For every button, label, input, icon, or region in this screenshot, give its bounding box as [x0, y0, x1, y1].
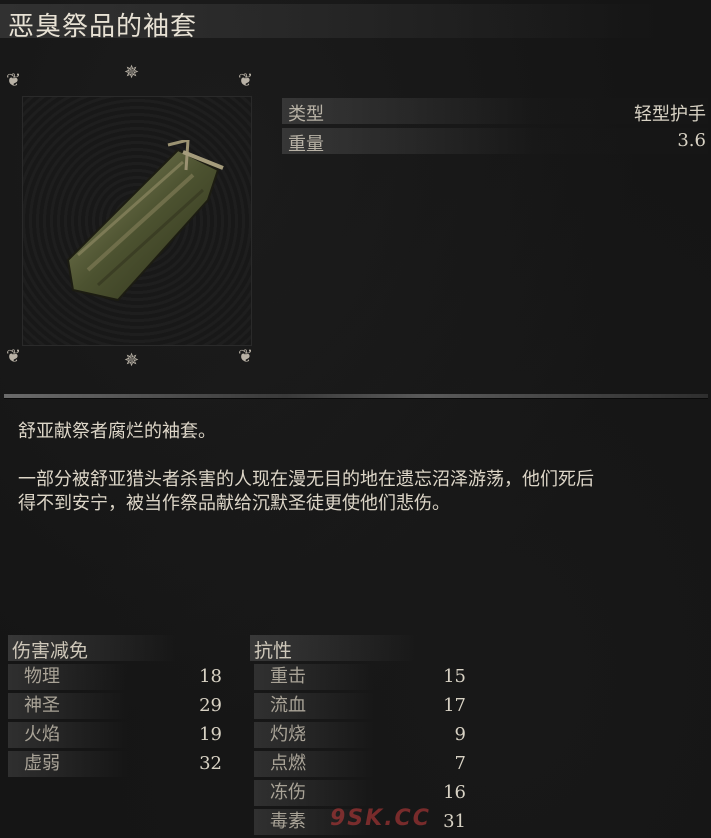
stat-row: 灼烧 9	[254, 722, 466, 748]
description-line-1: 舒亚献祭者腐烂的袖套。	[18, 421, 216, 442]
stat-row: 重击 15	[254, 664, 466, 690]
ornament-top-left-icon: ❦	[6, 70, 22, 91]
ornament-top-right-icon: ❦	[238, 70, 254, 91]
description-line-2: 一部分被舒亚猎头者杀害的人现在漫无目的地在遗忘沼泽游荡，他们死后	[18, 469, 594, 490]
section-divider	[4, 394, 708, 398]
item-title: 恶臭祭品的袖套	[8, 12, 198, 42]
ornament-bottom-center-icon: ✵	[124, 350, 140, 371]
stat-row: 物理 18	[8, 664, 222, 690]
stat-row: 虚弱 32	[8, 751, 222, 777]
weight-label: 重量	[288, 134, 324, 155]
stat-row: 冻伤 16	[254, 780, 466, 806]
description-line-3: 得不到安宁，被当作祭品献给沉默圣徒更使他们悲伤。	[18, 493, 450, 514]
stat-row: 神圣 29	[8, 693, 222, 719]
ornament-bottom-right-icon: ❦	[238, 346, 254, 367]
stat-row: 火焰 19	[8, 722, 222, 748]
weight-row: 重量 3.6	[282, 128, 708, 155]
type-label: 类型	[288, 104, 324, 125]
gauntlet-icon	[66, 140, 224, 302]
ornament-top-center-icon: ✵	[124, 62, 140, 83]
watermark: 9SK.CC	[330, 806, 431, 831]
weight-value: 3.6	[677, 130, 706, 151]
resistance-header: 抗性	[250, 635, 460, 662]
stat-row: 流血 17	[254, 693, 466, 719]
ornament-bottom-left-icon: ❦	[6, 346, 22, 367]
type-row: 类型 轻型护手	[282, 98, 708, 125]
stat-row: 点燃 7	[254, 751, 466, 777]
type-value: 轻型护手	[634, 104, 706, 125]
damage-negation-header: 伤害减免	[8, 635, 218, 662]
